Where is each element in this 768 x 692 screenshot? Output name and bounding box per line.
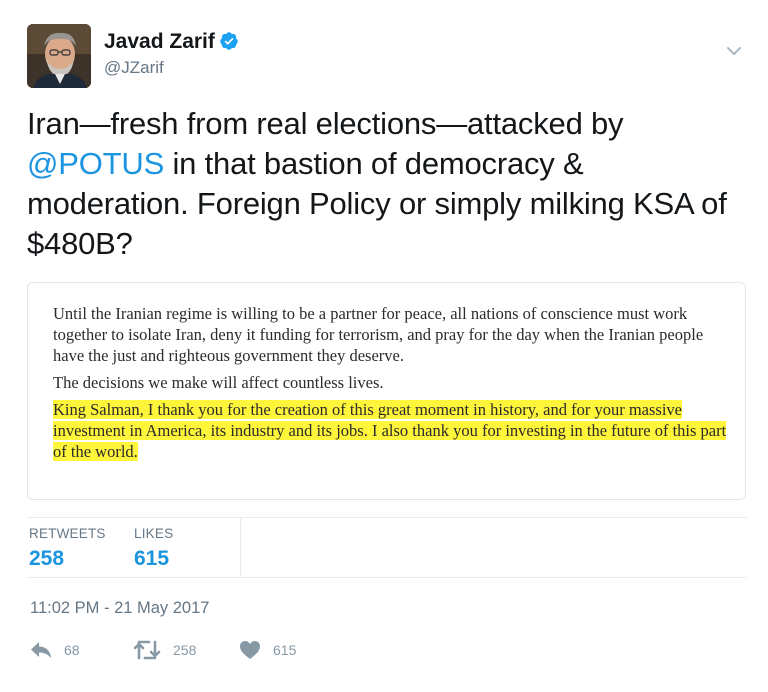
chevron-down-icon[interactable]	[725, 42, 743, 60]
tweet-text-part1: Iran—fresh from real elections—attacked …	[27, 106, 624, 141]
retweet-icon	[133, 640, 161, 660]
like-button[interactable]: 615	[239, 638, 296, 662]
retweets-label: RETWEETS	[29, 526, 106, 541]
quote-paragraph-1: Until the Iranian regime is willing to b…	[53, 304, 704, 365]
tweet: Javad Zarif @JZarif Iran—fresh from real…	[0, 0, 768, 692]
action-bar: 68 258 615	[30, 638, 430, 662]
retweets-value: 258	[29, 547, 65, 570]
reply-icon	[30, 641, 52, 659]
likes-value: 615	[134, 547, 170, 570]
tweet-timestamp[interactable]: 11:02 PM - 21 May 2017	[30, 598, 209, 618]
retweet-count: 258	[173, 642, 197, 658]
avatar-image	[27, 24, 91, 88]
retweets-stat[interactable]: RETWEETS 258	[29, 526, 106, 572]
heart-icon	[239, 640, 261, 660]
likes-label: LIKES	[134, 526, 174, 541]
quoted-image-card[interactable]: Until the Iranian regime is willing to b…	[27, 282, 746, 500]
display-name[interactable]: Javad Zarif	[104, 29, 215, 55]
tweet-header: Javad Zarif @JZarif	[27, 24, 747, 90]
reply-button[interactable]: 68	[30, 638, 80, 662]
retweet-button[interactable]: 258	[133, 638, 196, 662]
mention-link[interactable]: @POTUS	[27, 146, 164, 181]
highlighted-text: King Salman, I thank you for the creatio…	[53, 400, 727, 461]
quoted-text-block: Until the Iranian regime is willing to b…	[53, 303, 733, 468]
quote-paragraph-3: King Salman, I thank you for the creatio…	[53, 399, 733, 462]
user-handle[interactable]: @JZarif	[104, 57, 239, 79]
likes-stat[interactable]: LIKES 615	[134, 526, 173, 572]
verified-badge-icon	[219, 31, 239, 51]
reply-count: 68	[64, 642, 80, 658]
tweet-text: Iran—fresh from real elections—attacked …	[27, 104, 747, 264]
quote-paragraph-2: The decisions we make will affect countl…	[53, 373, 384, 392]
like-count: 615	[273, 642, 297, 658]
engagement-stats: RETWEETS 258 LIKES 615	[27, 517, 747, 578]
stats-divider	[240, 518, 241, 577]
name-block: Javad Zarif @JZarif	[104, 29, 239, 79]
avatar[interactable]	[27, 24, 91, 88]
